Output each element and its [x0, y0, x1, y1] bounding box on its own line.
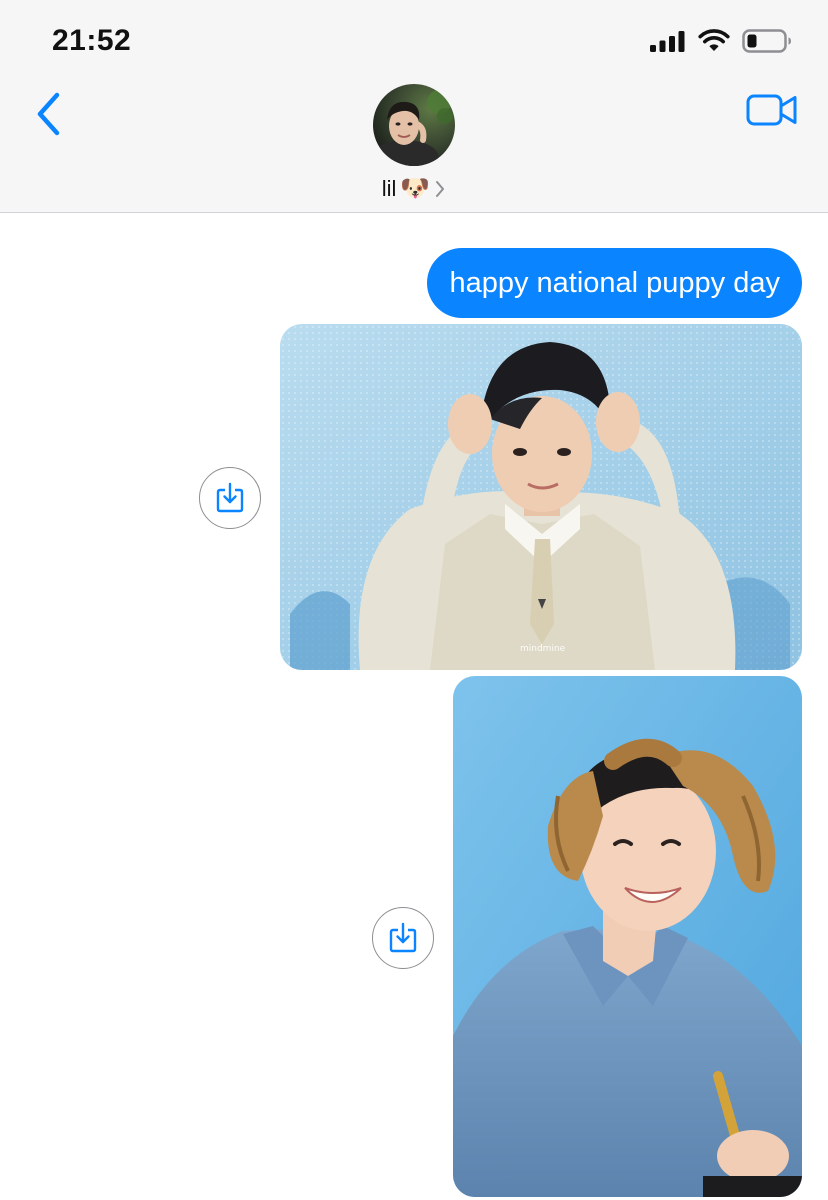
contact-name-button[interactable]: lil 🐶 [0, 176, 828, 202]
messages-screen: 21:52 lil 🐶 happy national puppy day min… [0, 0, 828, 1200]
battery-icon [742, 29, 791, 53]
photo-image [453, 676, 802, 1197]
avatar-photo [373, 84, 455, 166]
download-icon [389, 922, 417, 953]
save-photo-button[interactable] [199, 467, 261, 529]
cellular-signal-icon [650, 31, 685, 52]
save-photo-button[interactable] [372, 907, 434, 969]
wifi-icon [698, 29, 730, 51]
conversation-header: 21:52 lil 🐶 [0, 0, 828, 213]
status-time: 21:52 [52, 24, 132, 57]
contact-avatar[interactable] [373, 84, 455, 166]
chevron-left-icon [37, 92, 60, 136]
back-button[interactable] [24, 86, 72, 142]
photo-message[interactable] [453, 676, 802, 1197]
photo-message[interactable]: mindmine [280, 324, 802, 670]
status-icons [650, 26, 792, 56]
download-icon [216, 482, 244, 513]
chevron-right-icon [436, 181, 445, 197]
photo-image: mindmine [280, 324, 802, 670]
video-call-button[interactable] [744, 90, 800, 130]
contact-name: lil [381, 176, 397, 201]
message-bubble-outgoing[interactable]: happy national puppy day [427, 248, 802, 318]
video-camera-icon [746, 94, 797, 126]
photo-watermark: mindmine [520, 644, 566, 654]
dog-face-icon: 🐶 [400, 175, 431, 202]
